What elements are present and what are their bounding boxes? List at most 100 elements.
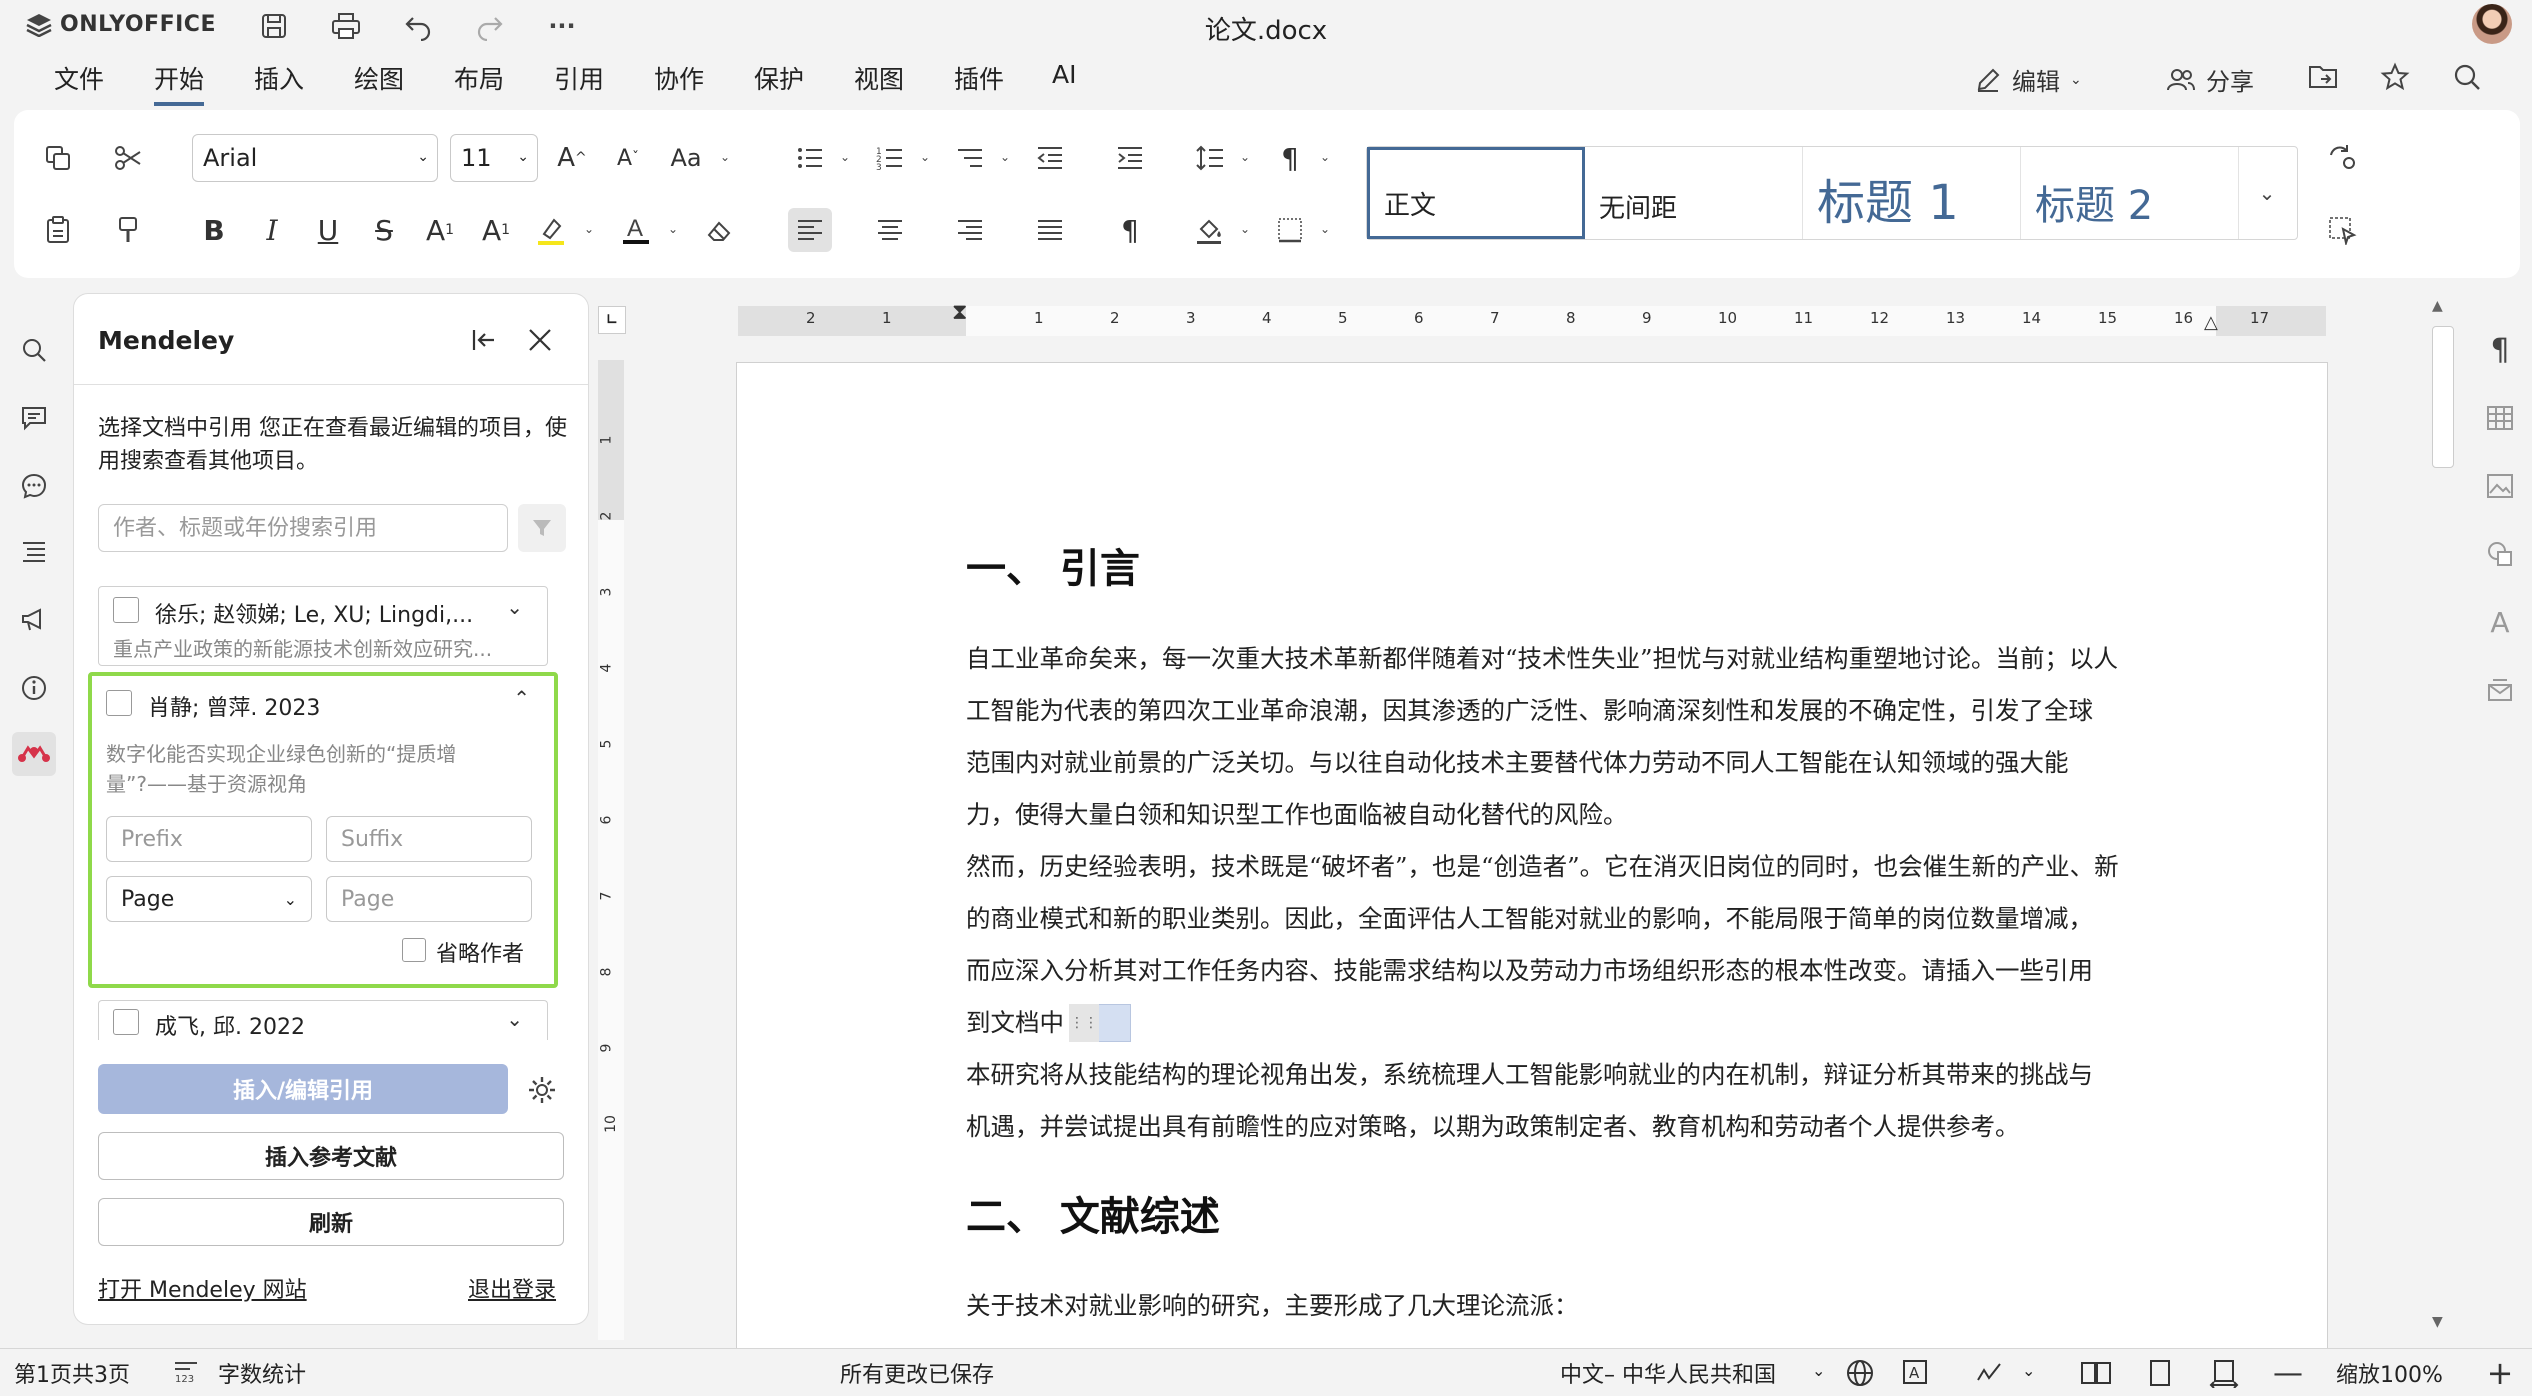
- edit-mode-button[interactable]: 编辑 ⌄: [1974, 62, 2082, 97]
- highlight-color-icon[interactable]: [530, 208, 574, 252]
- zoom-out-icon[interactable]: —: [2268, 1355, 2308, 1391]
- citation-checkbox[interactable]: [113, 1009, 139, 1035]
- paragraph-settings-icon[interactable]: ¶: [2478, 328, 2522, 372]
- show-marks-icon[interactable]: ¶: [1108, 208, 1152, 252]
- menu-insert[interactable]: 插入: [254, 60, 304, 96]
- zoom-level[interactable]: 缩放100%: [2336, 1357, 2443, 1389]
- table-settings-icon[interactable]: [2478, 396, 2522, 440]
- chevron-down-icon[interactable]: ⌄: [506, 595, 523, 619]
- scroll-up-icon[interactable]: ▲: [2432, 298, 2443, 314]
- paragraph-2[interactable]: 然而，历史经验表明，技术既是“破坏者”，也是“创造者”。它在消灭旧岗位的同时，也…: [966, 841, 2216, 1049]
- citation-search-input[interactable]: [98, 504, 508, 552]
- chevron-down-icon[interactable]: ⌄: [584, 222, 600, 238]
- menu-collaboration[interactable]: 协作: [654, 60, 704, 96]
- menu-references[interactable]: 引用: [554, 60, 604, 96]
- chevron-down-icon[interactable]: ⌄: [1320, 150, 1336, 166]
- insert-edit-citation-button[interactable]: 插入/编辑引用: [98, 1064, 508, 1114]
- menu-layout[interactable]: 布局: [454, 60, 504, 96]
- fit-page-icon[interactable]: [2140, 1355, 2180, 1391]
- chevron-down-icon[interactable]: ⌄: [1240, 222, 1256, 238]
- image-settings-icon[interactable]: [2478, 464, 2522, 508]
- mendeley-plugin-icon[interactable]: [12, 732, 56, 776]
- reading-mode-icon[interactable]: [2076, 1355, 2116, 1391]
- style-no-spacing[interactable]: 无间距: [1585, 147, 1803, 239]
- chevron-down-icon[interactable]: ⌄: [2022, 1361, 2035, 1380]
- paragraph-3[interactable]: 本研究将从技能结构的理论视角出发，系统梳理人工智能影响就业的内在机制，辩证分析其…: [966, 1049, 2216, 1153]
- chevron-down-icon[interactable]: ⌄: [1000, 150, 1016, 166]
- chevron-up-icon[interactable]: ⌃: [513, 686, 530, 710]
- globe-icon[interactable]: [1840, 1355, 1880, 1391]
- scroll-thumb[interactable]: [2432, 326, 2454, 468]
- format-painter-icon[interactable]: [106, 208, 150, 252]
- word-count-label[interactable]: 字数统计: [218, 1357, 306, 1389]
- word-count-icon[interactable]: 123: [166, 1353, 206, 1389]
- justify-icon[interactable]: [1028, 208, 1072, 252]
- locator-input[interactable]: Page: [326, 876, 532, 922]
- shape-settings-icon[interactable]: [2478, 532, 2522, 576]
- menu-plugins[interactable]: 插件: [954, 60, 1004, 96]
- chevron-down-icon[interactable]: ⌄: [506, 1007, 523, 1031]
- superscript-icon[interactable]: A1: [418, 208, 462, 252]
- strikethrough-icon[interactable]: S: [362, 208, 406, 252]
- drag-handle-icon[interactable]: ⋮⋮: [1069, 1004, 1099, 1042]
- paste-icon[interactable]: [36, 208, 80, 252]
- menu-view[interactable]: 视图: [854, 60, 904, 96]
- navigation-icon[interactable]: [12, 530, 56, 574]
- search-icon[interactable]: [2452, 62, 2482, 92]
- filter-icon[interactable]: [518, 504, 566, 552]
- paragraph-settings-icon[interactable]: ¶: [1268, 136, 1312, 180]
- borders-icon[interactable]: [1268, 208, 1312, 252]
- font-size-select[interactable]: 11 ⌄: [450, 134, 538, 182]
- share-button[interactable]: 分享: [2166, 62, 2254, 97]
- tab-stop-selector[interactable]: ∟: [598, 306, 626, 334]
- menu-ai[interactable]: AI: [1052, 60, 1076, 89]
- suffix-input[interactable]: Suffix: [326, 816, 532, 862]
- font-color-icon[interactable]: A: [614, 208, 658, 252]
- refresh-button[interactable]: 刷新: [98, 1198, 564, 1246]
- avatar[interactable]: [2472, 4, 2512, 44]
- line-spacing-icon[interactable]: [1188, 136, 1232, 180]
- insert-bibliography-button[interactable]: 插入参考文献: [98, 1132, 564, 1180]
- first-line-indent-marker[interactable]: ⧗: [952, 300, 967, 325]
- citation-checkbox[interactable]: [106, 690, 132, 716]
- zoom-in-icon[interactable]: +: [2480, 1354, 2520, 1392]
- bullet-list-icon[interactable]: [788, 136, 832, 180]
- bold-icon[interactable]: B: [192, 208, 236, 252]
- language-select[interactable]: 中文– 中华人民共和国: [1560, 1357, 1776, 1389]
- paragraph-4[interactable]: 关于技术对就业影响的研究，主要形成了几大理论流派：: [966, 1280, 2216, 1332]
- clear-format-icon[interactable]: [698, 208, 742, 252]
- citation-item[interactable]: 徐乐; 赵领娣; Le, XU; Lingdi,... ⌄ 重点产业政策的新能源…: [98, 586, 548, 666]
- chat-icon[interactable]: [12, 464, 56, 508]
- increase-indent-icon[interactable]: [1108, 136, 1152, 180]
- open-mendeley-link[interactable]: 打开 Mendeley 网站: [98, 1272, 307, 1304]
- chevron-down-icon[interactable]: ⌄: [840, 150, 856, 166]
- italic-icon[interactable]: I: [250, 208, 294, 252]
- citation-item-selected[interactable]: 肖静; 曾萍. 2023 ⌃ 数字化能否实现企业绿色创新的“提质增 量”?——基…: [88, 672, 558, 988]
- spellcheck-icon[interactable]: A: [1896, 1355, 1936, 1391]
- select-all-icon[interactable]: [2320, 208, 2364, 252]
- settings-gear-icon[interactable]: [520, 1068, 564, 1112]
- style-heading-2[interactable]: 标题 2: [2021, 147, 2239, 239]
- shading-icon[interactable]: [1188, 208, 1232, 252]
- fit-width-icon[interactable]: [2204, 1355, 2244, 1391]
- replace-icon[interactable]: [2320, 136, 2364, 180]
- menu-home[interactable]: 开始: [154, 60, 205, 106]
- text-art-icon[interactable]: A: [2478, 600, 2522, 644]
- cut-icon[interactable]: [106, 136, 150, 180]
- increase-font-icon[interactable]: A ^: [550, 136, 594, 180]
- scroll-down-icon[interactable]: ▼: [2432, 1314, 2443, 1330]
- underline-icon[interactable]: U: [306, 208, 350, 252]
- chevron-down-icon[interactable]: ⌄: [668, 222, 684, 238]
- mail-merge-icon[interactable]: [2478, 668, 2522, 712]
- numbered-list-icon[interactable]: 123: [868, 136, 912, 180]
- copy-icon[interactable]: [36, 136, 80, 180]
- chevron-down-icon[interactable]: ⌄: [1320, 222, 1336, 238]
- comments-icon[interactable]: [12, 396, 56, 440]
- search-icon[interactable]: [12, 328, 56, 372]
- heading-introduction[interactable]: 一、 引言: [966, 536, 1140, 594]
- styles-expand-button[interactable]: ⌄: [2239, 147, 2295, 239]
- paragraph-1[interactable]: 自工业革命矣来，每一次重大技术革新都伴随着对“技术性失业”担忧与对就业结构重塑地…: [966, 633, 2216, 841]
- open-location-icon[interactable]: [2308, 62, 2340, 90]
- collapse-panel-icon[interactable]: [464, 320, 504, 360]
- style-heading-1[interactable]: 标题 1: [1803, 147, 2021, 239]
